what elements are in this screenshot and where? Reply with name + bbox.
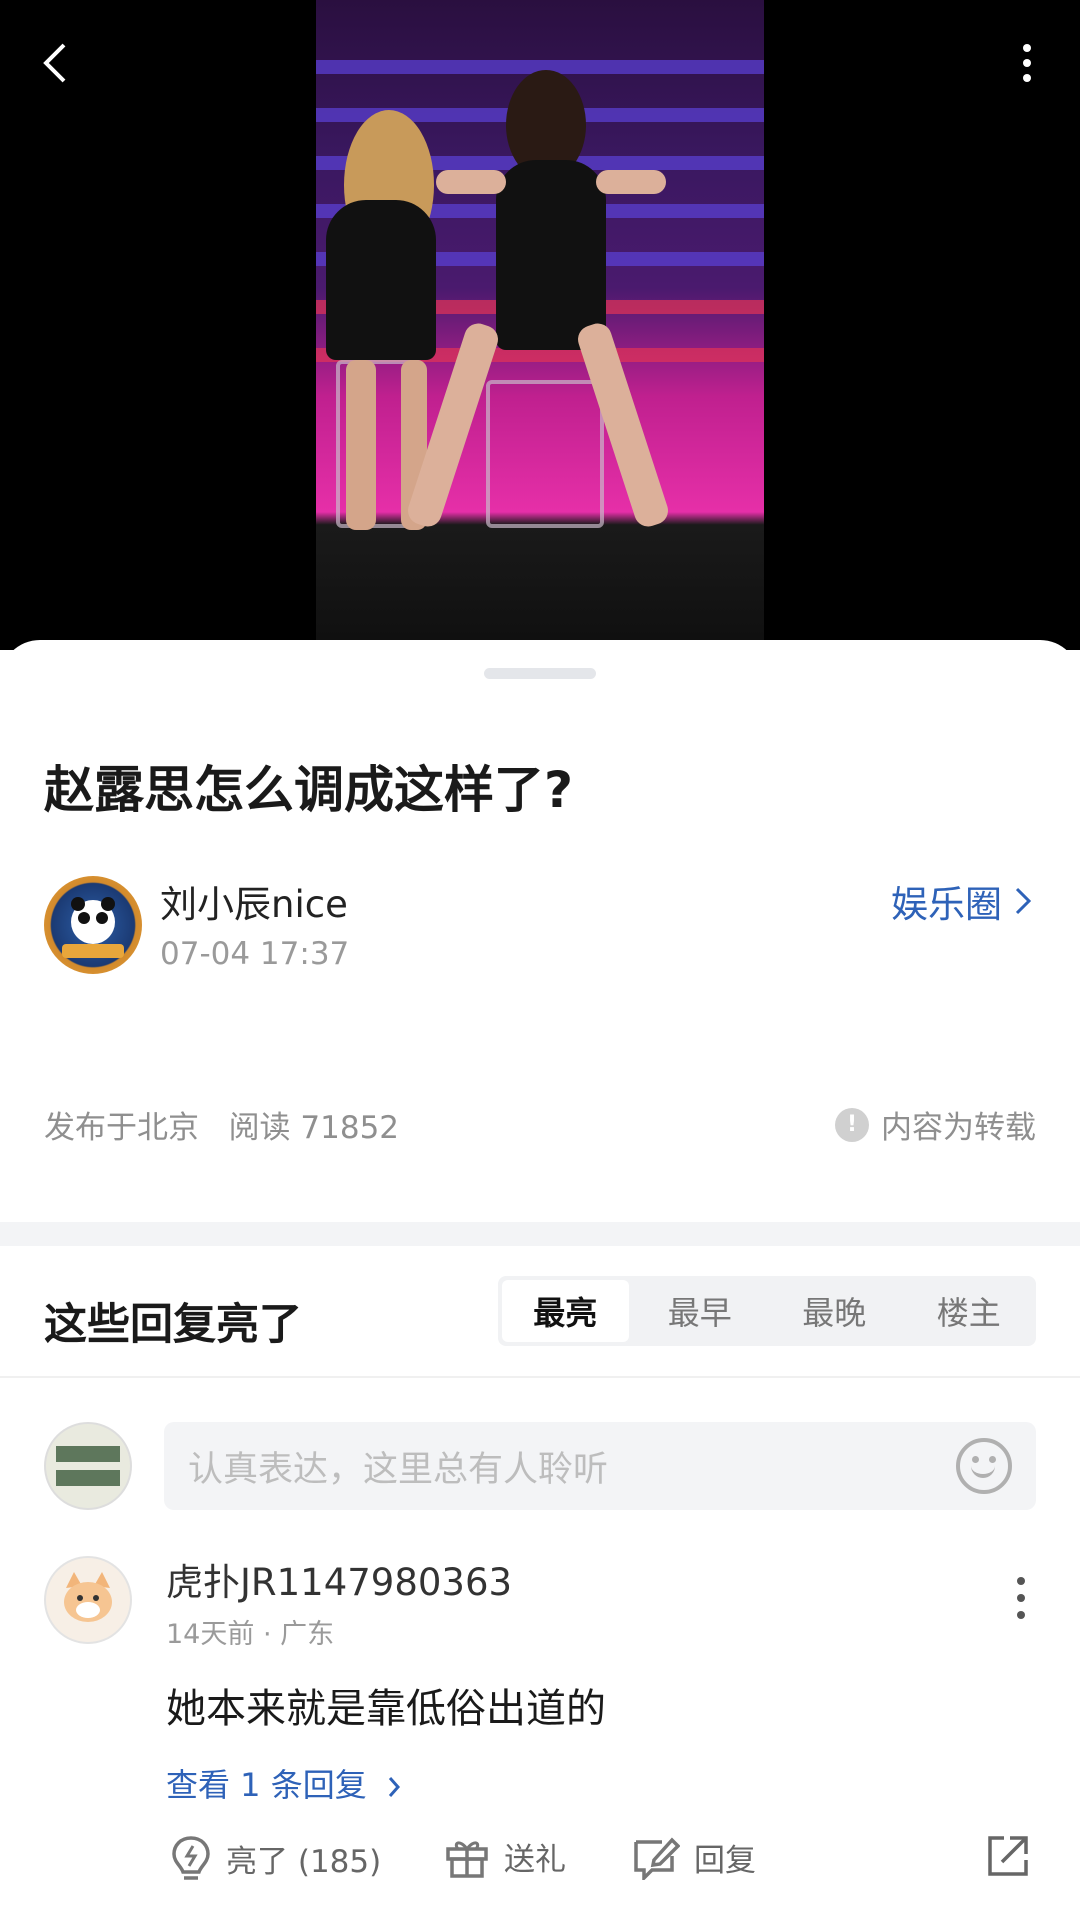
tab-brightest[interactable]: 最亮 bbox=[502, 1280, 629, 1342]
commenter-name[interactable]: 虎扑JR1147980363 bbox=[166, 1552, 512, 1606]
repost-note[interactable]: ! 内容为转载 bbox=[835, 1102, 1036, 1147]
chevron-right-icon bbox=[1015, 887, 1032, 915]
share-icon bbox=[988, 1836, 1028, 1876]
sheet-drag-handle[interactable] bbox=[484, 668, 596, 679]
section-divider bbox=[0, 1222, 1080, 1246]
gift-label: 送礼 bbox=[504, 1842, 566, 1878]
replies-section-title: 这些回复亮了 bbox=[44, 1300, 302, 1350]
tab-op[interactable]: 楼主 bbox=[906, 1280, 1033, 1342]
info-icon: ! bbox=[835, 1107, 869, 1142]
post-reads: 阅读 71852 bbox=[228, 1110, 400, 1146]
view-replies-link[interactable]: 查看 1 条回复 bbox=[166, 1760, 401, 1806]
reply-button[interactable]: 回复 bbox=[632, 1834, 756, 1880]
tab-earliest[interactable]: 最早 bbox=[637, 1280, 764, 1342]
post-title: 赵露思怎么调成这样了? bbox=[44, 761, 574, 819]
reply-edit-icon bbox=[634, 1837, 680, 1880]
post-meta: 发布于北京 阅读 71852 bbox=[44, 1102, 399, 1147]
post-time: 07-04 17:37 bbox=[160, 936, 350, 972]
circle-link-label: 娱乐圈 bbox=[891, 883, 1002, 926]
chevron-right-icon bbox=[387, 1766, 401, 1804]
post-sheet: 赵露思怎么调成这样了? 刘小辰nice 07-04 17:37 娱乐圈 发布于北… bbox=[0, 640, 1080, 1916]
comment-meta: 14天前 · 广东 bbox=[166, 1619, 335, 1650]
emoji-icon[interactable] bbox=[956, 1438, 1012, 1494]
like-label: 亮了 (185) bbox=[226, 1843, 382, 1880]
like-button[interactable]: 亮了 (185) bbox=[170, 1834, 381, 1882]
author-name[interactable]: 刘小辰nice bbox=[160, 874, 348, 928]
gift-button[interactable]: 送礼 bbox=[444, 1834, 566, 1879]
comment-input-placeholder: 认真表达，这里总有人聆听 bbox=[188, 1449, 609, 1490]
comment-input[interactable]: 认真表达，这里总有人聆听 bbox=[164, 1422, 1036, 1510]
comment-text: 她本来就是靠低俗出道的 bbox=[166, 1686, 606, 1732]
commenter-avatar[interactable] bbox=[44, 1556, 132, 1644]
reply-label: 回复 bbox=[694, 1842, 756, 1879]
comment-more-icon[interactable] bbox=[1016, 1576, 1036, 1620]
share-button[interactable] bbox=[986, 1834, 1030, 1878]
repost-note-label: 内容为转载 bbox=[881, 1110, 1036, 1146]
video-frame bbox=[316, 0, 764, 640]
author-avatar[interactable] bbox=[44, 876, 142, 974]
divider-line bbox=[0, 1376, 1080, 1378]
post-location: 发布于北京 bbox=[44, 1110, 199, 1146]
view-replies-label: 查看 1 条回复 bbox=[166, 1766, 367, 1804]
more-options-icon[interactable] bbox=[1002, 38, 1052, 88]
tab-latest[interactable]: 最晚 bbox=[771, 1280, 898, 1342]
comment-actions: 亮了 (185) 送礼 回复 bbox=[0, 1834, 1080, 1904]
reply-sort-tabs: 最亮 最早 最晚 楼主 bbox=[498, 1276, 1036, 1346]
gift-icon bbox=[446, 1841, 488, 1878]
video-player[interactable] bbox=[0, 0, 1080, 650]
back-icon[interactable] bbox=[30, 38, 80, 88]
my-avatar[interactable] bbox=[44, 1422, 132, 1510]
lightbulb-icon bbox=[172, 1836, 210, 1880]
circle-link[interactable]: 娱乐圈 bbox=[891, 874, 1032, 928]
